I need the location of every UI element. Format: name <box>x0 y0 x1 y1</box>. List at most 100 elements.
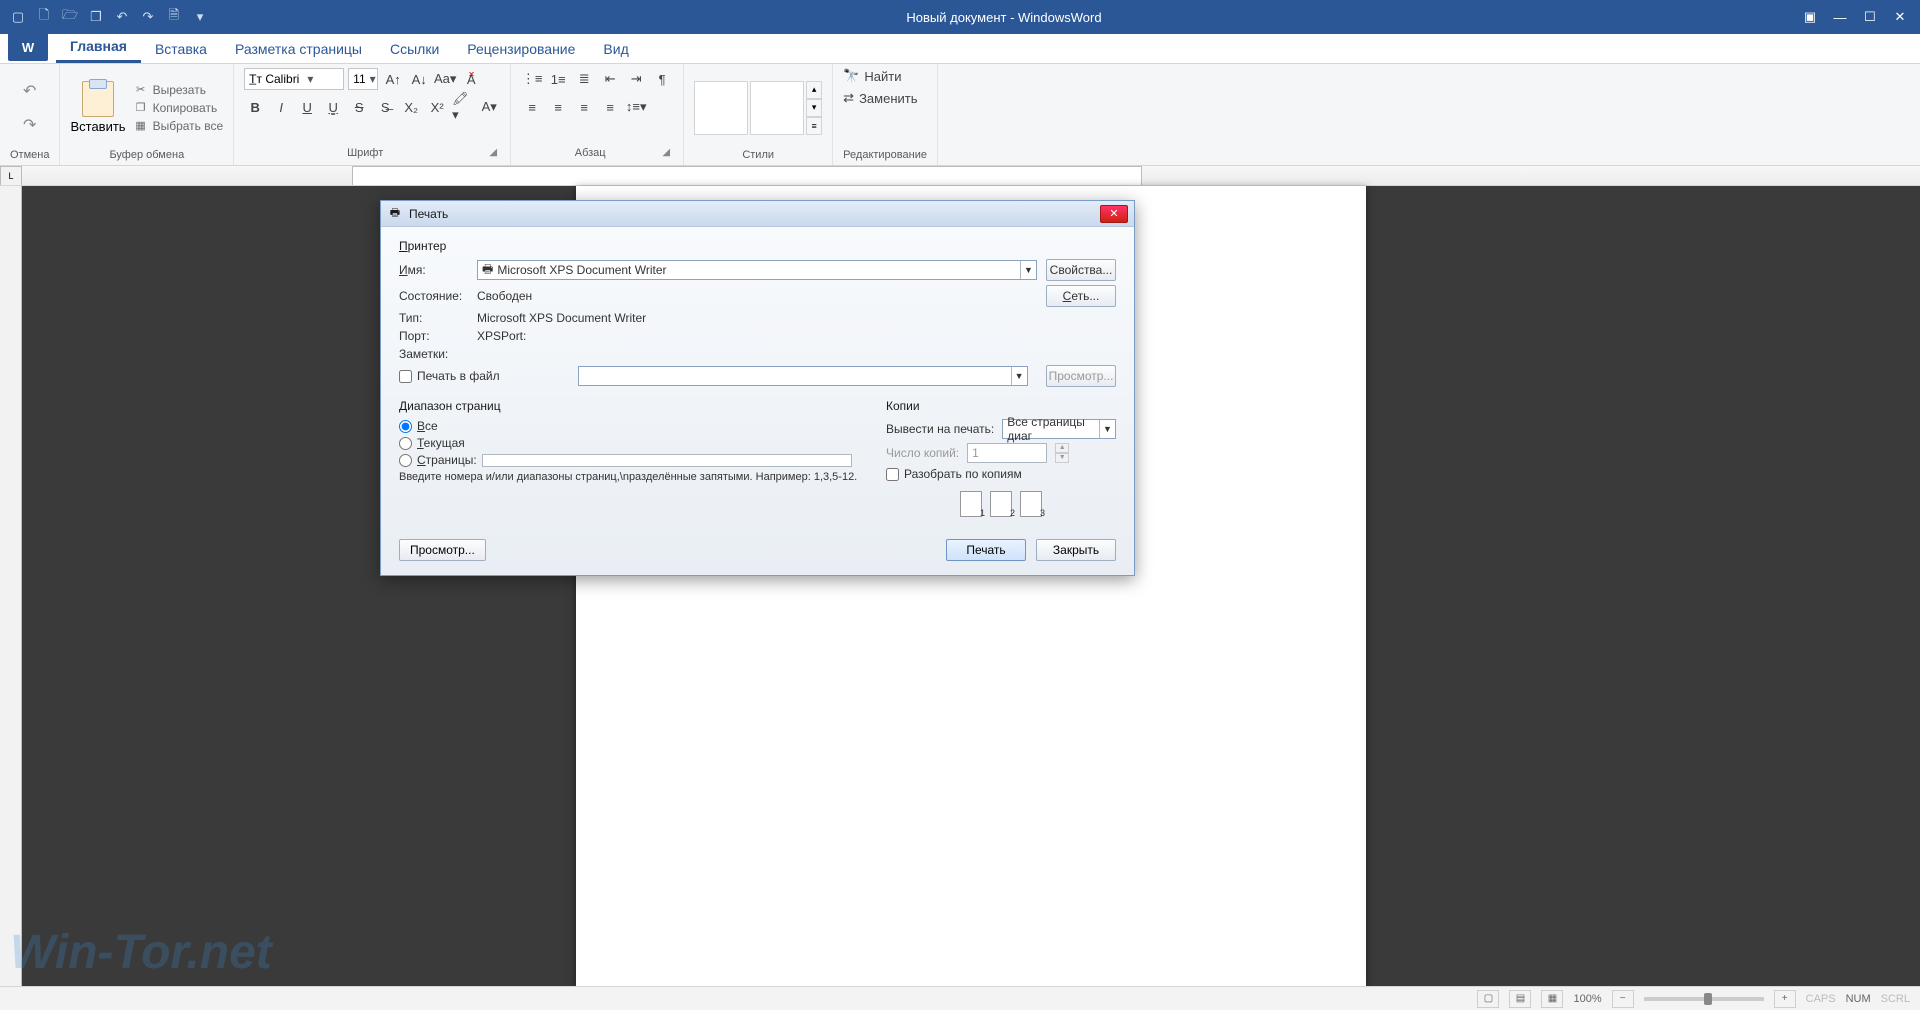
align-center-button[interactable]: ≡ <box>547 96 569 118</box>
printer-name-combo[interactable]: 🖶Microsoft XPS Document Writer ▼ <box>477 260 1037 280</box>
new-doc-icon[interactable]: 🗋 <box>32 5 56 29</box>
network-button[interactable]: Сеть... <box>1046 285 1116 307</box>
paste-button[interactable]: Вставить <box>70 81 125 134</box>
style-preview[interactable] <box>750 81 804 135</box>
range-all-radio[interactable]: Все <box>399 419 866 433</box>
close-dialog-button[interactable]: Закрыть <box>1036 539 1116 561</box>
range-pages-radio[interactable]: Страницы: <box>399 453 866 467</box>
underline-button[interactable]: U <box>296 96 318 118</box>
vertical-ruler[interactable] <box>0 186 22 986</box>
maximize-button[interactable]: ☐ <box>1856 5 1884 29</box>
clear-formatting-button[interactable]: A✕ <box>460 68 482 90</box>
align-right-button[interactable]: ≡ <box>573 96 595 118</box>
duplicate-icon[interactable]: ❐ <box>84 5 108 29</box>
undo-group-label: Отмена <box>10 147 49 163</box>
dialog-titlebar[interactable]: 🖶 Печать ✕ <box>381 201 1134 227</box>
decrease-indent-button[interactable]: ⇤ <box>599 68 621 90</box>
strikethrough-button[interactable]: S <box>348 96 370 118</box>
replace-button[interactable]: ⇄Заменить <box>843 90 917 106</box>
subscript-button[interactable]: X₂ <box>400 96 422 118</box>
font-name-combo[interactable]: T̲ᴛ Calibri▾ <box>244 68 344 90</box>
chevron-down-icon[interactable]: ▾ <box>370 72 376 86</box>
pages-input[interactable] <box>482 454 852 467</box>
copy-button[interactable]: ❐Копировать <box>134 101 224 115</box>
zoom-out-button[interactable]: − <box>1612 990 1634 1008</box>
bold-button[interactable]: B <box>244 96 266 118</box>
find-button[interactable]: 🔭Найти <box>843 68 901 84</box>
increase-indent-button[interactable]: ⇥ <box>625 68 647 90</box>
double-underline-button[interactable]: U̳ <box>322 96 344 118</box>
output-pages-combo[interactable]: Все страницы диаг ▼ <box>1002 419 1116 439</box>
tab-view[interactable]: Вид <box>589 35 642 63</box>
superscript-button[interactable]: X² <box>426 96 448 118</box>
undo-icon[interactable]: ↶ <box>110 5 134 29</box>
change-case-button[interactable]: Aa▾ <box>434 68 456 90</box>
styles-scroll-down[interactable]: ▾ <box>806 99 822 117</box>
cut-button[interactable]: ✂Вырезать <box>134 83 224 97</box>
line-spacing-button[interactable]: ↕≡▾ <box>625 96 647 118</box>
bullet-list-button[interactable]: ⋮≡ <box>521 68 543 90</box>
number-list-button[interactable]: 1≡ <box>547 68 569 90</box>
collate-checkbox[interactable]: Разобрать по копиям <box>886 467 1116 481</box>
tab-review[interactable]: Рецензирование <box>453 35 589 63</box>
undo-button[interactable]: ↶ <box>18 79 42 103</box>
chevron-down-icon[interactable]: ▼ <box>1099 420 1115 438</box>
qat-dropdown-icon[interactable]: ▾ <box>188 5 212 29</box>
copies-count-input[interactable] <box>967 443 1047 463</box>
styles-scroll-up[interactable]: ▴ <box>806 81 822 99</box>
dialog-close-button[interactable]: ✕ <box>1100 205 1128 223</box>
select-all-button[interactable]: ▦Выбрать все <box>134 119 224 133</box>
ruler-corner[interactable]: L <box>0 166 22 186</box>
ribbon-options-icon[interactable]: ▣ <box>1796 5 1824 29</box>
preview-button[interactable]: Просмотр... <box>399 539 486 561</box>
styles-expand[interactable]: ≡ <box>806 117 822 135</box>
zoom-in-button[interactable]: + <box>1774 990 1796 1008</box>
double-strikethrough-button[interactable]: S̶ <box>374 96 396 118</box>
spinner-up[interactable]: ▲ <box>1055 443 1069 453</box>
minimize-button[interactable]: — <box>1826 5 1854 29</box>
print-to-file-checkbox[interactable]: Печать в файл <box>399 369 500 383</box>
italic-button[interactable]: I <box>270 96 292 118</box>
chevron-down-icon[interactable]: ▼ <box>1011 367 1027 385</box>
window-controls: ▣ — ☐ ✕ <box>1796 5 1914 29</box>
print-preview-icon[interactable]: 🗎 <box>162 5 186 29</box>
printer-icon: 🖶 <box>387 206 403 222</box>
show-marks-button[interactable]: ¶ <box>651 68 673 90</box>
print-file-path-combo[interactable]: ▼ <box>578 366 1028 386</box>
chevron-down-icon[interactable]: ▼ <box>1020 261 1036 279</box>
chevron-down-icon[interactable]: ▾ <box>303 72 317 86</box>
zoom-percent: 100% <box>1573 993 1601 1005</box>
redo-icon[interactable]: ↷ <box>136 5 160 29</box>
properties-button[interactable]: Свойства... <box>1046 259 1116 281</box>
align-left-button[interactable]: ≡ <box>521 96 543 118</box>
zoom-slider[interactable] <box>1644 997 1764 1001</box>
save-icon[interactable]: ▢ <box>6 5 30 29</box>
view-web-layout[interactable]: ▦ <box>1541 990 1563 1008</box>
view-read-mode[interactable]: ▤ <box>1509 990 1531 1008</box>
font-size-combo[interactable]: 11▾ <box>348 68 378 90</box>
tab-references[interactable]: Ссылки <box>376 35 453 63</box>
tab-insert[interactable]: Вставка <box>141 35 221 63</box>
close-button[interactable]: ✕ <box>1886 5 1914 29</box>
range-current-radio[interactable]: Текущая <box>399 436 866 450</box>
print-button[interactable]: Печать <box>946 539 1026 561</box>
open-icon[interactable]: 🗁 <box>58 5 82 29</box>
font-color-button[interactable]: A▾ <box>478 96 500 118</box>
redo-button[interactable]: ↷ <box>18 113 42 137</box>
font-dialog-launcher[interactable]: ◢ <box>486 147 500 161</box>
browse-file-button[interactable]: Просмотр... <box>1046 365 1116 387</box>
app-logo[interactable]: W <box>8 33 48 61</box>
align-justify-button[interactable]: ≡ <box>599 96 621 118</box>
range-section-label: Диапазон страниц <box>399 399 866 413</box>
style-preview[interactable] <box>694 81 748 135</box>
paste-label: Вставить <box>70 119 125 134</box>
paragraph-dialog-launcher[interactable]: ◢ <box>659 147 673 161</box>
multilevel-list-button[interactable]: ≣ <box>573 68 595 90</box>
view-print-layout[interactable]: ▢ <box>1477 990 1499 1008</box>
highlight-button[interactable]: 🖍▾ <box>452 96 474 118</box>
grow-font-button[interactable]: A↑ <box>382 68 404 90</box>
tab-home[interactable]: Главная <box>56 32 141 63</box>
shrink-font-button[interactable]: A↓ <box>408 68 430 90</box>
tab-layout[interactable]: Разметка страницы <box>221 35 376 63</box>
spinner-down[interactable]: ▼ <box>1055 453 1069 463</box>
